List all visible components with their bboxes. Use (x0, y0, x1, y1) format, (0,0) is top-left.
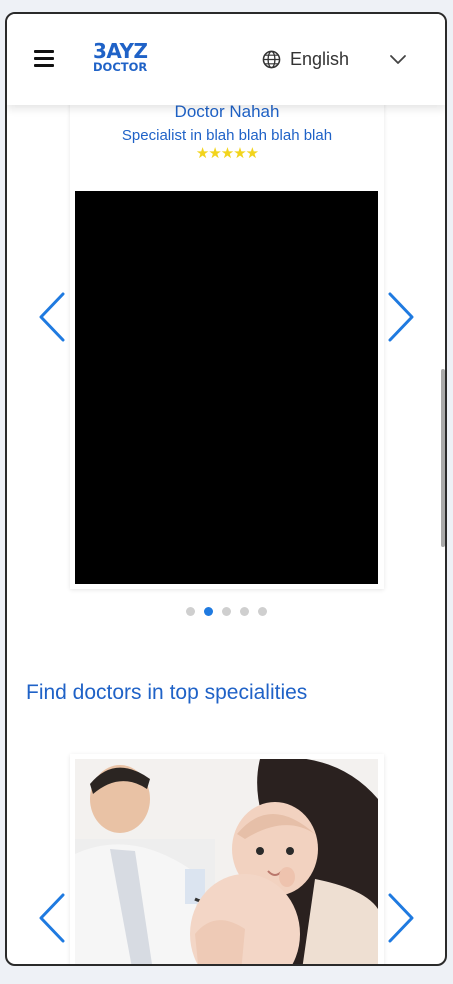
chevron-left-icon (39, 893, 65, 943)
hamburger-icon[interactable] (34, 50, 54, 67)
carousel-dot[interactable] (185, 607, 195, 616)
carousel-prev-button[interactable] (37, 291, 67, 343)
doctor-name: Doctor Nahah (174, 102, 280, 121)
app-frame: 3AYZ DOCTOR English Doctor Nahah Special… (5, 12, 447, 966)
logo-line-2: DOCTOR (93, 60, 148, 74)
chevron-right-icon (388, 292, 414, 342)
language-label: English (290, 48, 350, 69)
carousel-dot[interactable] (221, 607, 231, 616)
speciality-card[interactable] (70, 754, 384, 964)
doctor-baby-photo (75, 759, 378, 964)
language-selector[interactable]: English (262, 47, 407, 71)
globe-icon (262, 50, 281, 68)
scrollbar[interactable] (441, 369, 445, 547)
logo-line-1: 3AYZ (93, 39, 148, 63)
carousel-dot[interactable] (239, 607, 249, 616)
carousel-dot[interactable] (257, 607, 267, 616)
speciality-photo (75, 759, 378, 964)
doctor-video[interactable] (75, 191, 378, 584)
speciality-next-button[interactable] (386, 892, 416, 944)
doctor-card[interactable]: Doctor Nahah Specialist in blah blah bla… (70, 64, 384, 589)
top-header: 3AYZ DOCTOR English (7, 14, 445, 105)
carousel-dots (7, 607, 445, 616)
carousel-dot[interactable] (203, 607, 213, 616)
doctor-specialty: Specialist in blah blah blah blah (121, 127, 333, 144)
logo[interactable]: 3AYZ DOCTOR (93, 41, 153, 81)
chevron-left-icon (39, 292, 65, 342)
rating-stars: ★★★★★ (195, 145, 259, 162)
speciality-prev-button[interactable] (37, 892, 67, 944)
chevron-right-icon (388, 893, 414, 943)
specialities-title: Find doctors in top specialities (26, 681, 308, 704)
carousel-next-button[interactable] (386, 291, 416, 343)
chevron-down-icon (390, 55, 406, 64)
